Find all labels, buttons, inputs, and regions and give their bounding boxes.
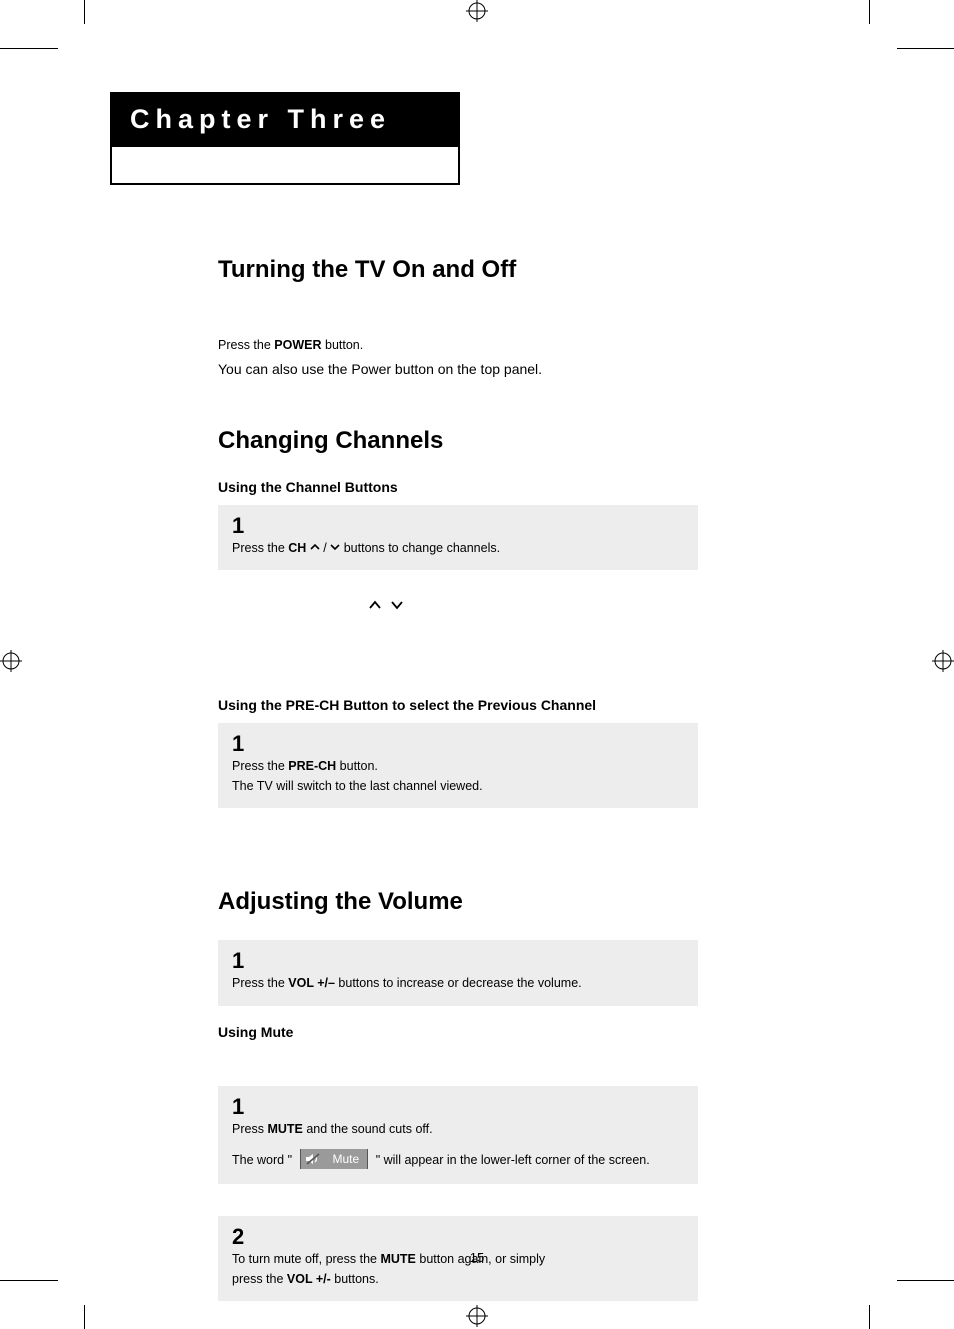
chevron-down-icon: [330, 539, 340, 558]
step-text: Press the PRE-CH button. The TV will swi…: [232, 757, 684, 796]
step-number: 2: [232, 1226, 684, 1248]
chapter-box: Chapter Three: [110, 92, 460, 185]
step-number: 1: [232, 733, 684, 755]
chapter-label: Chapter Three: [112, 94, 458, 147]
text: buttons to change channels.: [340, 541, 500, 555]
page-content: Turning the TV On and Off Press the POWE…: [218, 256, 698, 1309]
section-heading-tv: Turning the TV On and Off: [218, 256, 698, 284]
step-text: Press the CH / buttons to change channel…: [232, 539, 684, 558]
chevron-up-icon: [310, 539, 320, 558]
text: and the sound cuts off.: [303, 1122, 433, 1136]
text: The word: [232, 1153, 288, 1167]
text: Press: [232, 1122, 267, 1136]
vol-bold: VOL +/–: [288, 976, 335, 990]
crop-line: [84, 0, 85, 24]
chapter-box-empty: [112, 147, 458, 183]
sub-heading-prech: Using the PRE-CH Button to select the Pr…: [218, 697, 698, 713]
text: buttons to increase or decrease the volu…: [335, 976, 582, 990]
speaker-mute-icon: [301, 1149, 325, 1169]
sub-heading-channel-buttons: Using the Channel Buttons: [218, 479, 698, 495]
chevron-down-icon: [390, 598, 404, 612]
crop-line: [897, 1280, 954, 1281]
mute-bold: MUTE: [267, 1122, 302, 1136]
section-heading-channels: Changing Channels: [218, 427, 698, 455]
text: Press the: [232, 541, 288, 555]
vol-bold: VOL +/-: [287, 1272, 331, 1286]
crop-line: [869, 0, 870, 24]
step-box-ch: 1 Press the CH / buttons to change chann…: [218, 505, 698, 570]
crop-line: [897, 48, 954, 49]
tv-line2: You can also use the Power button on the…: [218, 359, 698, 381]
quote-close: ": [376, 1153, 380, 1167]
sub-heading-mute: Using Mute: [218, 1024, 698, 1040]
section-heading-volume: Adjusting the Volume: [218, 888, 698, 916]
crop-line: [0, 48, 58, 49]
step-box-mute1: 1 Press MUTE and the sound cuts off. The…: [218, 1086, 698, 1185]
step-number: 1: [232, 950, 684, 972]
text: will appear in the lower-left corner of …: [384, 1153, 650, 1167]
registration-mark-left: [0, 650, 22, 672]
step-number: 1: [232, 515, 684, 537]
step-box-volume: 1 Press the VOL +/– buttons to increase …: [218, 940, 698, 1005]
step-box-prech: 1 Press the PRE-CH button. The TV will s…: [218, 723, 698, 808]
text: press the: [232, 1272, 287, 1286]
prech-bold: PRE-CH: [288, 759, 336, 773]
mute-badge: Mute: [300, 1149, 369, 1172]
text: button.: [322, 338, 364, 352]
power-bold: POWER: [274, 338, 321, 352]
quote-open: ": [288, 1153, 292, 1167]
step-text: Press MUTE and the sound cuts off. The w…: [232, 1120, 684, 1173]
crop-line: [0, 1280, 58, 1281]
text: button.: [336, 759, 378, 773]
chevron-pair-decoration: [366, 598, 698, 617]
crop-line: [84, 1305, 85, 1329]
page-number: 15: [0, 1250, 954, 1265]
chevron-up-icon: [368, 598, 382, 612]
crop-line: [869, 1305, 870, 1329]
registration-mark-right: [932, 650, 954, 672]
text: Press the: [218, 338, 274, 352]
text: /: [320, 541, 330, 555]
text: Press the: [232, 759, 288, 773]
tv-line1: Press the POWER button.: [218, 336, 698, 355]
ch-bold: CH: [288, 541, 306, 555]
registration-mark-top: [466, 0, 488, 22]
step-text: Press the VOL +/– buttons to increase or…: [232, 974, 684, 993]
text: The TV will switch to the last channel v…: [232, 779, 483, 793]
text: buttons.: [331, 1272, 379, 1286]
mute-badge-label: Mute: [325, 1149, 368, 1169]
text: Press the: [232, 976, 288, 990]
step-number: 1: [232, 1096, 684, 1118]
